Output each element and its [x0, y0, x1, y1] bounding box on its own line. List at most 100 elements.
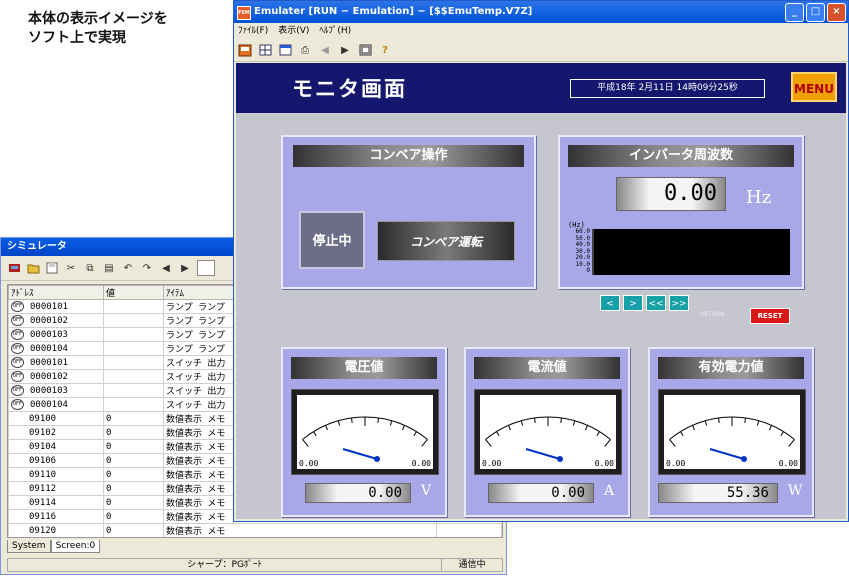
next-page-button[interactable]: >	[623, 295, 643, 311]
menu-help[interactable]: ﾍﾙﾌﾟ(H)	[319, 23, 351, 39]
off-status-icon: OFF	[11, 301, 24, 312]
tab-screen[interactable]: Screen:0	[50, 540, 101, 553]
off-status-icon: OFF	[11, 343, 24, 354]
paste-icon[interactable]: ▤	[102, 261, 116, 275]
value-cell[interactable]: 0	[103, 453, 164, 468]
status-connection: シャープ：PGﾎﾟｰﾄ	[187, 560, 262, 570]
stop-button[interactable]: 停止中	[299, 211, 365, 269]
voltage-gauge-dial	[302, 416, 428, 462]
reset-button[interactable]: RESET	[750, 308, 790, 324]
gauge-tick	[421, 439, 428, 447]
minimize-icon[interactable]: _	[785, 3, 804, 22]
tab-system[interactable]: System	[7, 540, 51, 553]
value-cell[interactable]: 0	[103, 411, 164, 426]
value-cell[interactable]: 0	[103, 467, 164, 482]
address-cell: 09100	[8, 411, 104, 426]
first-page-button[interactable]: <<	[646, 295, 666, 311]
emulator-titlebar: FEM Emulater [RUN − Emulation] − [$$EmuT…	[234, 1, 848, 23]
conveyor-panel-title: コンベア操作	[293, 145, 524, 167]
grid-icon[interactable]	[258, 43, 272, 57]
step-back-icon[interactable]: ◀	[318, 43, 332, 57]
menu-button[interactable]: MENU	[791, 72, 837, 102]
menu-view[interactable]: 表示(V)	[278, 23, 309, 39]
cut-icon[interactable]: ✂	[64, 261, 78, 275]
gauge-hub	[557, 456, 563, 462]
window-icon[interactable]	[278, 43, 292, 57]
simulator-tabs: System Screen:0	[7, 540, 101, 553]
value-cell[interactable]	[103, 327, 164, 342]
monitor-screen: モニタ画面 平成18年 2月11日 14時09分25秒 MENU コンベア操作 …	[236, 63, 846, 519]
table-row[interactable]: 091220数値表示 メモリ	[9, 538, 502, 539]
copy-icon[interactable]: ⧉	[83, 261, 97, 275]
screen-header: モニタ画面 平成18年 2月11日 14時09分25秒 MENU	[236, 63, 846, 113]
redo-icon[interactable]: ↷	[140, 261, 154, 275]
power-gauge-dial	[669, 416, 795, 462]
value-cell[interactable]: 0	[103, 523, 164, 537]
value-cell[interactable]	[103, 369, 164, 384]
column-header-address[interactable]: ｱﾄﾞﾚｽ	[8, 285, 104, 300]
off-status-icon: OFF	[11, 385, 24, 396]
value-cell[interactable]	[103, 313, 164, 328]
menu-file[interactable]: ﾌｧｲﾙ(F)	[238, 23, 268, 39]
window-controls: _ □ ×	[785, 3, 846, 22]
value-cell[interactable]: 0	[103, 425, 164, 440]
gauge-tick	[744, 417, 746, 423]
value-cell[interactable]: 0	[103, 481, 164, 496]
gauge-tick	[325, 425, 328, 431]
prev-page-button[interactable]: <	[600, 295, 620, 311]
value-cell[interactable]	[103, 341, 164, 356]
value-cell[interactable]: 0	[103, 439, 164, 454]
value-cell[interactable]	[103, 397, 164, 412]
address-text: 09112	[29, 483, 57, 494]
address-text: 0000104	[30, 400, 68, 410]
current-gauge-dial	[485, 416, 611, 462]
address-text: 0000101	[30, 358, 68, 368]
table-row[interactable]: 09120 0 数値表示 メモ	[8, 523, 502, 537]
value-cell[interactable]	[103, 299, 164, 314]
prev-icon[interactable]: ◀	[159, 261, 173, 275]
conveyor-run-button[interactable]: コンベア運転	[377, 221, 515, 261]
current-panel-title: 電流値	[474, 357, 620, 379]
conveyor-panel: コンベア操作 停止中 コンベア運転	[281, 135, 536, 289]
voltage-panel: 電圧値 0.00 0.00 0.00 V	[281, 347, 447, 517]
value-cell[interactable]	[103, 355, 164, 370]
voltage-gauge: 0.00 0.00	[291, 389, 439, 475]
red-gem-icon[interactable]	[7, 261, 21, 275]
gauge-tick	[560, 417, 562, 423]
value-cell[interactable]	[103, 383, 164, 398]
gauge-tick	[508, 425, 511, 431]
address-cell: OFF 0000103	[8, 383, 104, 398]
frame-icon[interactable]	[358, 43, 372, 57]
off-status-icon: OFF	[11, 357, 24, 368]
gauge-needle	[709, 448, 745, 460]
close-icon[interactable]: ×	[827, 3, 846, 22]
gauge-tick	[572, 420, 576, 426]
gauge-tick	[704, 420, 708, 426]
column-header-value[interactable]: 値	[103, 285, 164, 300]
step-forward-icon[interactable]: ▶	[338, 43, 352, 57]
address-cell: OFF 0000103	[8, 327, 104, 342]
gauge-tick	[337, 420, 341, 426]
undo-icon[interactable]: ↶	[121, 261, 135, 275]
maximize-icon[interactable]: □	[806, 3, 825, 22]
value-cell[interactable]: 0	[103, 495, 164, 510]
address-text: 09110	[29, 469, 57, 480]
print-icon[interactable]: ⎙	[298, 43, 312, 57]
last-page-button[interactable]: >>	[669, 295, 689, 311]
gauge-hub	[374, 456, 380, 462]
emulator-toolbar: ⎙ ◀ ▶ ?	[234, 39, 848, 62]
save-icon[interactable]	[45, 261, 59, 275]
gauge-tick	[585, 425, 588, 431]
toolbar-input[interactable]	[197, 260, 215, 276]
page-title: モニタ画面	[292, 76, 407, 101]
folder-icon[interactable]	[26, 261, 40, 275]
help-icon[interactable]: ?	[378, 43, 392, 57]
next-icon[interactable]: ▶	[178, 261, 192, 275]
status-communication: 通信中	[441, 559, 502, 571]
run-icon[interactable]	[238, 43, 252, 57]
power-gauge-min: 0.00	[666, 459, 686, 468]
value-cell[interactable]: 0	[103, 509, 164, 524]
app-icon: FEM	[237, 6, 251, 20]
power-panel: 有効電力値 0.00 0.00 55.36 W	[648, 347, 814, 517]
value-cell[interactable]: 0	[104, 538, 164, 539]
